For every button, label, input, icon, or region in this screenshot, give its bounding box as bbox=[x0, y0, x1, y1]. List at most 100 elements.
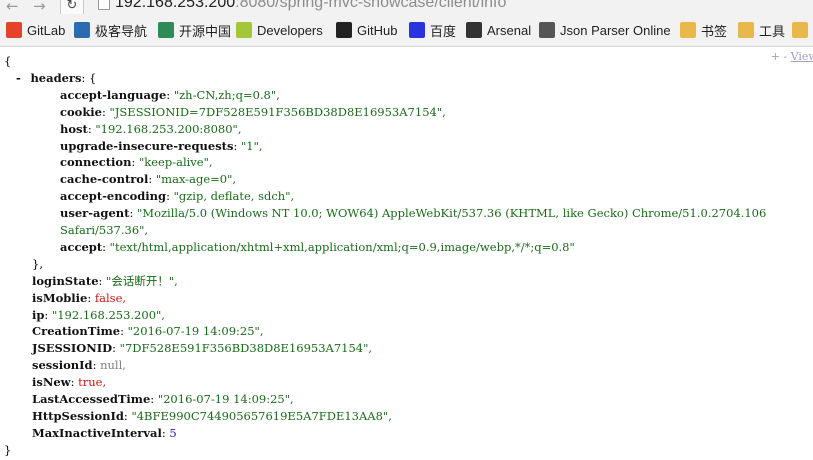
json-key: cookie bbox=[60, 104, 102, 119]
json-value: "text/html,application/xhtml+xml,applica… bbox=[109, 239, 575, 254]
json-value: "2016-07-19 14:09:25", bbox=[157, 392, 294, 406]
json-key: JSESSIONID bbox=[32, 341, 113, 356]
json-key: isNew bbox=[32, 375, 71, 390]
bookmark-3[interactable]: Developers bbox=[236, 21, 323, 39]
bookmark-label: GitHub bbox=[357, 22, 398, 38]
view-source-link[interactable]: View s bbox=[791, 50, 813, 63]
header-entry: cache-control: "max-age=0", bbox=[60, 171, 236, 188]
bookmark-1[interactable]: 极客导航 bbox=[74, 21, 147, 39]
json-colon: : bbox=[233, 138, 242, 153]
bookmark-label: 开源中国 bbox=[179, 23, 232, 39]
bookmark-folder[interactable] bbox=[792, 21, 813, 39]
header-entry: user-agent: "Mozilla/5.0 (Windows NT 10.… bbox=[60, 205, 766, 222]
json-colon: : bbox=[92, 358, 101, 373]
json-colon: : bbox=[87, 290, 95, 305]
json-key: connection bbox=[60, 155, 132, 170]
json-value: 5 bbox=[169, 425, 177, 440]
field-entry: MaxInactiveInterval: 5 bbox=[32, 425, 177, 442]
bookmark-label: Json Parser Online bbox=[560, 22, 671, 38]
json-value: "max-age=0", bbox=[155, 172, 237, 187]
forward-button[interactable]: → bbox=[33, 0, 46, 14]
bookmark-label: 极客导航 bbox=[95, 23, 148, 39]
bookmark-0[interactable]: GitLab bbox=[6, 21, 65, 39]
bookmark-label: 百度 bbox=[430, 23, 457, 39]
json-value: "4BFE990C744905657619E5A7FDE13AA8", bbox=[131, 408, 392, 423]
json-key: loginState bbox=[32, 273, 99, 288]
field-entry: loginState: "会话断开！", bbox=[32, 273, 178, 290]
json-key: MaxInactiveInterval bbox=[32, 425, 162, 440]
json-colon: : bbox=[98, 273, 107, 288]
json-colon: : bbox=[120, 324, 128, 339]
json-value: "zh-CN,zh;q=0.8", bbox=[173, 87, 280, 102]
json-colon: : bbox=[166, 87, 174, 102]
field-entry: isNew: true, bbox=[32, 374, 106, 391]
bookmark-2[interactable]: 开源中国 bbox=[158, 21, 231, 39]
header-entry: accept-encoding: "gzip, deflate, sdch", bbox=[60, 188, 294, 205]
folder-icon bbox=[792, 22, 808, 38]
open-brace: { bbox=[4, 54, 12, 68]
header-entry: accept: "text/html,application/xhtml+xml… bbox=[60, 239, 575, 256]
reload-icon: ↻ bbox=[66, 0, 78, 13]
baidu-icon bbox=[409, 22, 425, 38]
json-key: host bbox=[60, 121, 88, 136]
folder-icon bbox=[680, 22, 696, 38]
field-entry: LastAccessedTime: "2016-07-19 14:09:25", bbox=[32, 391, 294, 408]
json-value: "会话断开！", bbox=[106, 273, 178, 288]
folder-icon bbox=[738, 22, 754, 38]
headers-open: : { bbox=[81, 71, 97, 85]
headers-close-line: }, bbox=[32, 256, 43, 273]
header-entry: accept-language: "zh-CN,zh;q=0.8", bbox=[60, 87, 280, 104]
json-icon bbox=[539, 22, 555, 38]
bookmark-8[interactable]: 书签 bbox=[680, 21, 727, 39]
json-key: user-agent bbox=[60, 206, 130, 221]
json-colon: : bbox=[102, 104, 110, 119]
oschina-icon bbox=[158, 22, 174, 38]
json-value: false, bbox=[94, 290, 127, 305]
header-entry: cookie: "JSESSIONID=7DF528E591F356BD38D8… bbox=[60, 104, 446, 121]
json-colon: : bbox=[112, 341, 120, 356]
json-colon: : bbox=[148, 172, 156, 187]
header-entry: upgrade-insecure-requests: "1", bbox=[60, 138, 263, 155]
bookmark-6[interactable]: Arsenal bbox=[466, 21, 531, 39]
header-entry: connection: "keep-alive", bbox=[60, 154, 213, 171]
gitlab-icon bbox=[6, 22, 22, 38]
json-key: ip bbox=[32, 307, 45, 322]
json-value: "192.168.253.200:8080", bbox=[95, 121, 242, 136]
json-colon: : bbox=[129, 206, 137, 221]
headers-line: - headers: { bbox=[16, 70, 96, 87]
json-colon: : bbox=[131, 155, 139, 170]
json-key: CreationTime bbox=[32, 324, 121, 339]
close-brace: } bbox=[4, 442, 11, 459]
back-button[interactable]: ← bbox=[6, 0, 19, 14]
collapse-toggle[interactable]: - bbox=[16, 71, 21, 85]
close-brace-text: } bbox=[4, 442, 12, 457]
field-entry: isMoblie: false, bbox=[32, 290, 126, 307]
page-icon bbox=[98, 0, 110, 10]
json-key: LastAccessedTime bbox=[32, 392, 151, 406]
json-key: isMoblie bbox=[32, 290, 88, 305]
url-host: 192.168.253.200 bbox=[115, 0, 236, 11]
bookmark-4[interactable]: GitHub bbox=[336, 21, 397, 39]
json-key: accept-language bbox=[60, 87, 167, 102]
address-bar[interactable]: 192.168.253.200:8080/spring-mvc-showcase… bbox=[115, 0, 506, 12]
headers-key: headers bbox=[30, 71, 82, 85]
github-icon bbox=[336, 22, 352, 38]
browser-toolbar: ← → ↻ 192.168.253.200:8080/spring-mvc-sh… bbox=[0, 0, 813, 14]
reload-button[interactable]: ↻ bbox=[60, 0, 84, 14]
bookmark-label: Arsenal bbox=[487, 22, 532, 38]
expand-collapse-controls[interactable]: + - bbox=[771, 50, 787, 63]
json-value: "2016-07-19 14:09:25", bbox=[127, 324, 264, 339]
json-key: sessionId bbox=[32, 358, 93, 373]
field-entry: HttpSessionId: "4BFE990C744905657619E5A7… bbox=[32, 408, 392, 425]
json-colon: : bbox=[102, 239, 110, 254]
json-key: HttpSessionId bbox=[32, 408, 124, 423]
bookmark-7[interactable]: Json Parser Online bbox=[539, 21, 671, 39]
bookmarks-bar: GitLab 极客导航 开源中国 Developers GitHub 百度 Arsenal J… bbox=[0, 14, 813, 47]
json-colon: : bbox=[44, 307, 52, 322]
bookmark-9[interactable]: 工具 bbox=[738, 21, 785, 39]
json-value: "1", bbox=[241, 138, 263, 153]
url-path: :8080/spring-mvc-showcase/client/info bbox=[235, 0, 507, 11]
bookmark-5[interactable]: 百度 bbox=[409, 21, 456, 39]
arsenal-icon bbox=[466, 22, 482, 38]
json-key: accept bbox=[60, 239, 103, 254]
